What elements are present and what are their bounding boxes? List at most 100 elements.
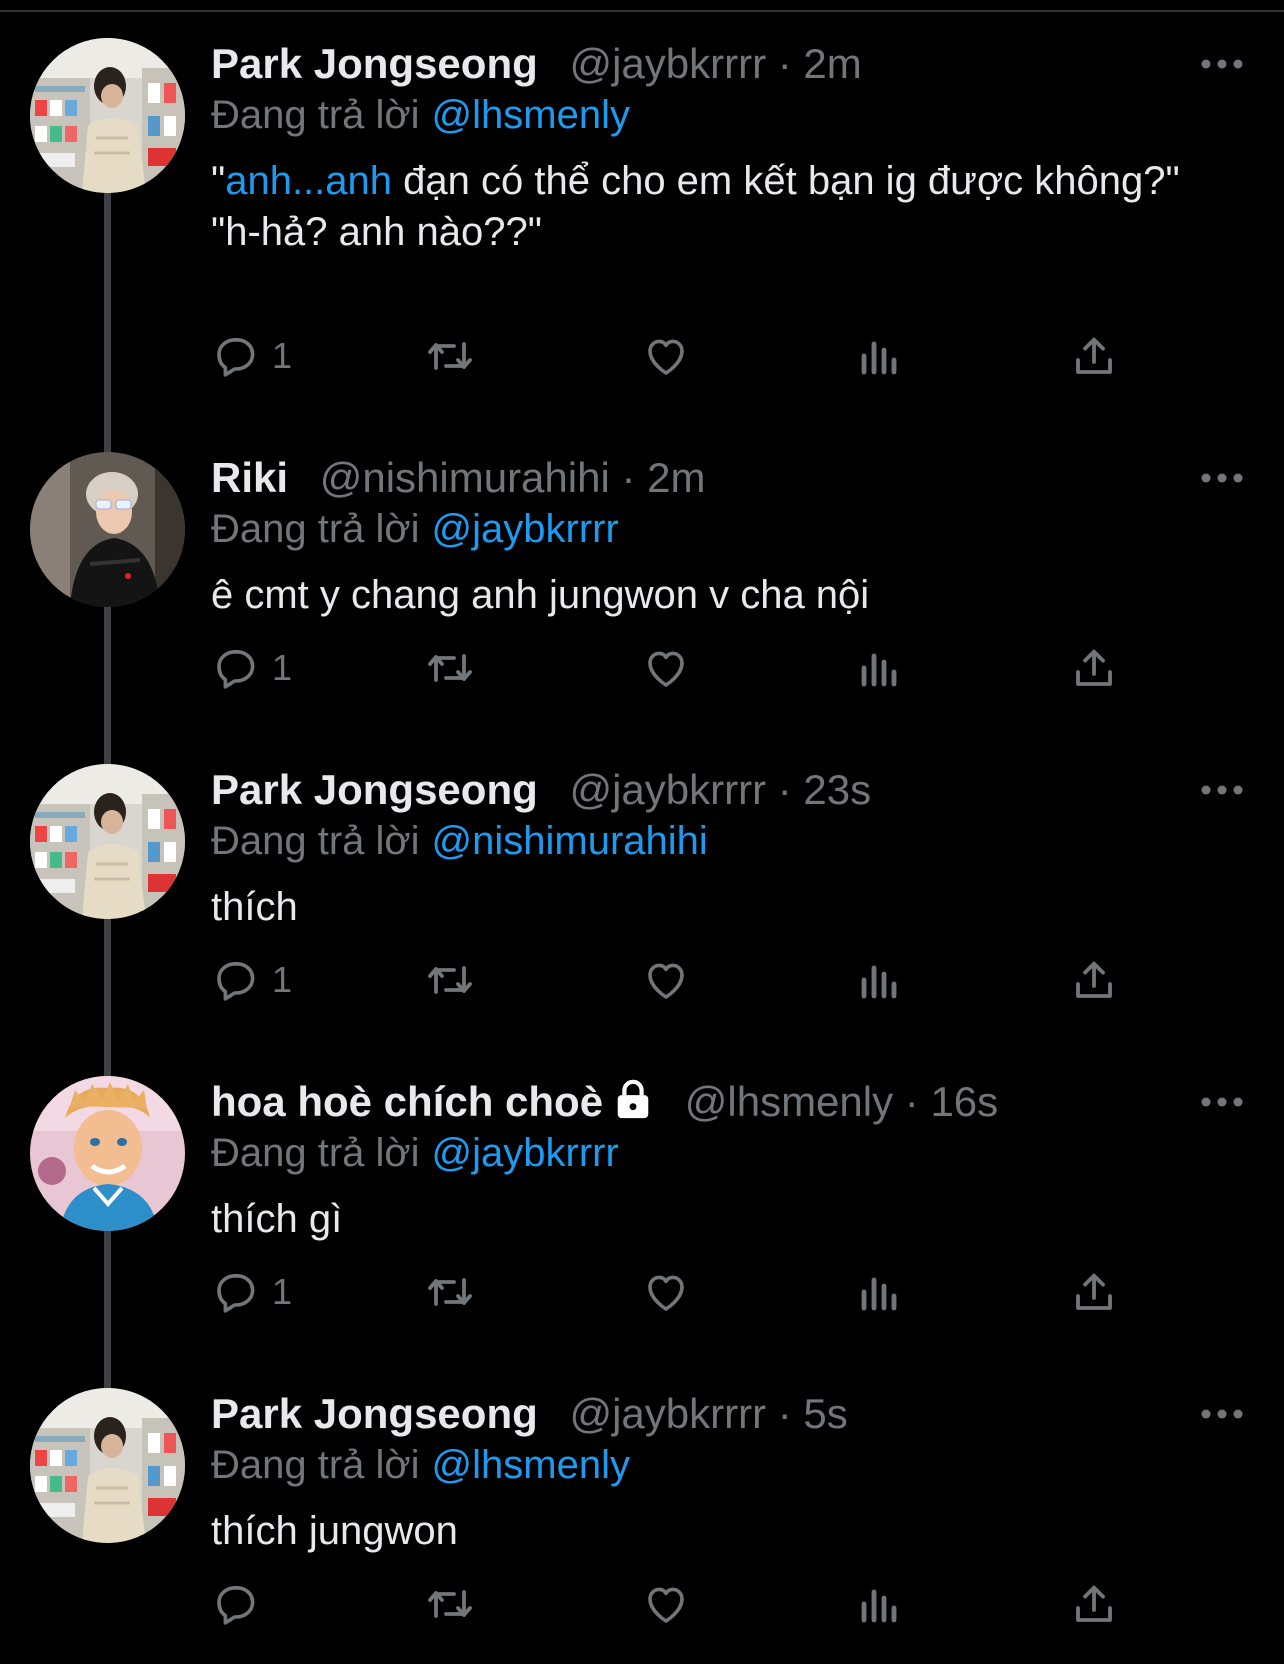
mention-link[interactable]: @nishimurahihi [432, 819, 708, 863]
share-button[interactable] [1070, 326, 1118, 386]
retweet-button[interactable] [424, 1574, 476, 1634]
retweet-icon [428, 1590, 472, 1618]
lock-icon [617, 1079, 649, 1119]
user-handle[interactable]: @jaybkrrrr [569, 1390, 766, 1437]
replying-to-label: Đang trả lời [211, 819, 420, 863]
views-icon [861, 1589, 897, 1623]
reply-icon [217, 1586, 255, 1625]
reply-icon [217, 1274, 255, 1313]
more-options-icon[interactable] [1200, 58, 1244, 70]
action-bar: 1 [0, 638, 1284, 698]
timestamp[interactable]: 16s [930, 1078, 998, 1125]
share-icon [1076, 961, 1112, 998]
reply-count: 1 [272, 335, 293, 376]
share-button[interactable] [1070, 950, 1118, 1010]
share-button[interactable] [1070, 1262, 1118, 1322]
retweet-icon [428, 342, 472, 370]
replying-to-label: Đang trả lời [211, 93, 420, 137]
quote-mark: " [211, 159, 226, 203]
like-button[interactable] [642, 638, 690, 698]
replying-to: Đang trả lời @nishimurahihi [211, 818, 708, 864]
separator-dot: · [904, 1078, 919, 1125]
mention-link[interactable]: @lhsmenly [432, 93, 630, 137]
avatar[interactable] [30, 1388, 185, 1543]
tweet-header: Park Jongseong @jaybkrrrr · 23s [211, 766, 871, 814]
more-options-icon[interactable] [1200, 784, 1244, 796]
views-button[interactable] [858, 638, 902, 698]
user-handle[interactable]: @nishimurahihi [320, 454, 610, 501]
reply-button[interactable]: 1 [212, 638, 292, 698]
timestamp[interactable]: 2m [647, 454, 705, 501]
like-button[interactable] [642, 950, 690, 1010]
more-options-icon[interactable] [1200, 1096, 1244, 1108]
display-name[interactable]: Park Jongseong [211, 1390, 538, 1437]
share-icon [1076, 337, 1112, 374]
user-handle[interactable]: @jaybkrrrr [569, 40, 766, 87]
tweet-header: Park Jongseong @jaybkrrrr · 2m [211, 40, 862, 88]
like-icon [648, 1275, 684, 1311]
replying-to-label: Đang trả lời [211, 1443, 420, 1487]
reply-button[interactable]: 1 [212, 326, 292, 386]
like-button[interactable] [642, 326, 690, 386]
replying-to-label: Đang trả lời [211, 1131, 420, 1175]
reply-icon [217, 962, 255, 1001]
top-divider [0, 10, 1284, 12]
display-name[interactable]: Riki [211, 454, 288, 501]
mention-link[interactable]: @jaybkrrrr [432, 1131, 619, 1175]
timestamp[interactable]: 2m [803, 40, 861, 87]
user-handle[interactable]: @lhsmenly [685, 1078, 893, 1125]
separator-dot: · [621, 454, 636, 501]
retweet-button[interactable] [424, 1262, 476, 1322]
views-icon [861, 1277, 897, 1311]
avatar[interactable] [30, 452, 185, 607]
views-icon [861, 341, 897, 375]
retweet-button[interactable] [424, 950, 476, 1010]
like-icon [648, 963, 684, 999]
reply-button[interactable] [212, 1574, 272, 1634]
views-button[interactable] [858, 1574, 902, 1634]
tweet-text: thích gì [211, 1197, 343, 1241]
display-name[interactable]: Park Jongseong [211, 40, 538, 87]
avatar[interactable] [30, 38, 185, 193]
like-icon [648, 339, 684, 375]
display-name[interactable]: hoa hoè chích choè [211, 1078, 603, 1125]
avatar[interactable] [30, 764, 185, 919]
inline-link[interactable]: anh...anh [225, 159, 392, 203]
replying-to: Đang trả lời @lhsmenly [211, 1442, 630, 1488]
reply-button[interactable]: 1 [212, 950, 292, 1010]
views-button[interactable] [858, 326, 902, 386]
views-button[interactable] [858, 950, 902, 1010]
replying-to-label: Đang trả lời [211, 507, 420, 551]
timestamp[interactable]: 5s [803, 1390, 847, 1437]
separator-dot: · [777, 766, 792, 813]
retweet-button[interactable] [424, 638, 476, 698]
reply-button[interactable]: 1 [212, 1262, 292, 1322]
retweet-icon [428, 966, 472, 994]
mention-link[interactable]: @lhsmenly [432, 1443, 630, 1487]
more-options-icon[interactable] [1200, 1408, 1244, 1420]
share-icon [1076, 1585, 1112, 1622]
action-bar [0, 1574, 1284, 1634]
share-button[interactable] [1070, 1574, 1118, 1634]
share-icon [1076, 649, 1112, 686]
like-button[interactable] [642, 1262, 690, 1322]
mention-link[interactable]: @jaybkrrrr [432, 507, 619, 551]
reply-count: 1 [272, 959, 293, 1000]
tweet-text: ê cmt y chang anh jungwon v cha nội [211, 573, 870, 617]
display-name[interactable]: Park Jongseong [211, 766, 538, 813]
tweet-text-rest: đạn có thể cho em kết bạn ig được không?… [392, 159, 1180, 203]
reply-count: 1 [272, 647, 293, 688]
views-icon [861, 965, 897, 999]
like-button[interactable] [642, 1574, 690, 1634]
retweet-button[interactable] [424, 326, 476, 386]
replying-to: Đang trả lời @lhsmenly [211, 92, 630, 138]
retweet-icon [428, 654, 472, 682]
share-button[interactable] [1070, 638, 1118, 698]
avatar[interactable] [30, 1076, 185, 1231]
views-button[interactable] [858, 1262, 902, 1322]
user-handle[interactable]: @jaybkrrrr [569, 766, 766, 813]
timestamp[interactable]: 23s [803, 766, 871, 813]
tweet-text: "anh...anh đạn có thể cho em kết bạn ig … [211, 156, 1211, 258]
more-options-icon[interactable] [1200, 472, 1244, 484]
action-bar: 1 [0, 326, 1284, 386]
